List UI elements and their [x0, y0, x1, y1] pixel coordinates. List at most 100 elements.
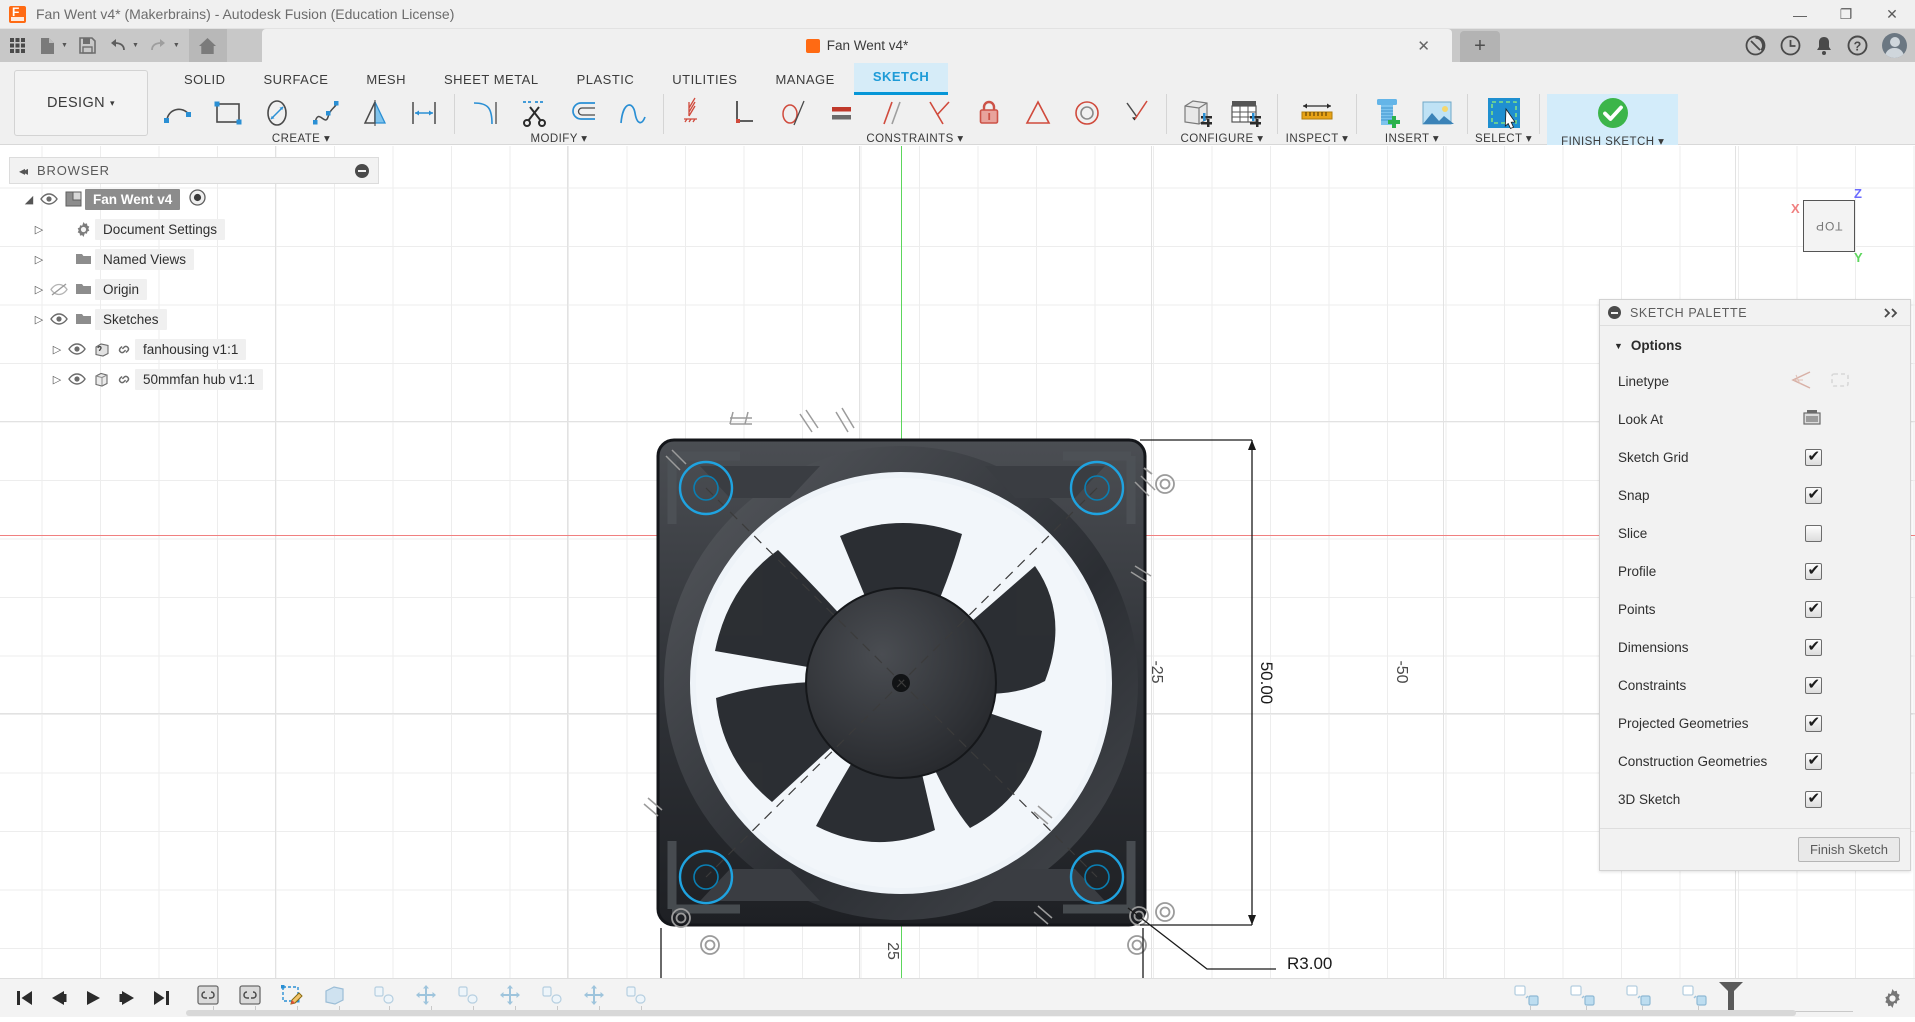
timeline-feature-move-2[interactable]	[498, 984, 522, 1008]
finish-sketch-button[interactable]: FINISH SKETCH ▾	[1547, 94, 1679, 148]
fillet-icon[interactable]	[462, 94, 509, 132]
insert-canvas-image-icon[interactable]	[1413, 94, 1460, 132]
new-tab-button[interactable]: +	[1460, 31, 1500, 62]
timeline-feature-joint-3[interactable]	[540, 984, 564, 1008]
palette-row-construction-geometries[interactable]: Construction Geometries	[1600, 742, 1910, 780]
tab-sketch[interactable]: SKETCH	[853, 63, 949, 95]
undo-caret-icon[interactable]: ▼	[132, 42, 139, 49]
timeline-feature-joint-1[interactable]	[372, 984, 396, 1008]
options-section-header[interactable]: ▼ Options	[1600, 333, 1910, 362]
view-cube-face[interactable]: TOP	[1803, 200, 1855, 252]
document-tab-close-icon[interactable]: ✕	[1417, 37, 1430, 55]
redo-caret-icon[interactable]: ▼	[173, 42, 180, 49]
curvature-constraint-icon[interactable]	[1112, 94, 1159, 132]
midpoint-constraint-icon[interactable]	[1014, 94, 1061, 132]
palette-row-dimensions[interactable]: Dimensions	[1600, 628, 1910, 666]
3d-sketch-checkbox[interactable]	[1805, 789, 1822, 808]
tab-plastic[interactable]: PLASTIC	[558, 66, 654, 95]
perpendicular-constraint-icon[interactable]	[720, 94, 767, 132]
sketch-ellipse-icon[interactable]	[253, 94, 300, 132]
expand-arrow-icon[interactable]: ▷	[31, 223, 47, 236]
palette-row-3d-sketch[interactable]: 3D Sketch	[1600, 780, 1910, 818]
timeline-feature-insert-derive-2[interactable]	[238, 984, 262, 1008]
timeline-feature-move-3[interactable]	[582, 984, 606, 1008]
sketch-grid-checkbox[interactable]	[1805, 447, 1822, 466]
browser-node-fan-went[interactable]: ◢ Fan Went v4	[9, 184, 379, 214]
look-at-icon[interactable]	[1802, 409, 1822, 429]
document-tab[interactable]: Fan Went v4* ✕	[262, 29, 1452, 62]
timeline-feature-joint-4[interactable]	[624, 984, 648, 1008]
timeline-feature-sketch[interactable]	[280, 984, 304, 1008]
sketch-rectangle-icon[interactable]	[204, 94, 251, 132]
ribbon-group-modify-label[interactable]: MODIFY ▾	[530, 131, 587, 145]
fix-lock-icon[interactable]	[965, 94, 1012, 132]
workspace-selector[interactable]: DESIGN ▾	[14, 70, 148, 136]
sketch-arc-icon[interactable]	[155, 94, 202, 132]
construction-geometries-checkbox[interactable]	[1805, 751, 1822, 770]
tab-solid[interactable]: SOLID	[165, 66, 245, 95]
sketch-linear-pattern-icon[interactable]	[400, 94, 447, 132]
finish-sketch-palette-button[interactable]: Finish Sketch	[1797, 837, 1900, 862]
tab-surface[interactable]: SURFACE	[245, 66, 348, 95]
linetype-centerline-icon[interactable]	[1790, 370, 1814, 393]
jobs-status-icon[interactable]	[1745, 35, 1766, 56]
palette-row-snap[interactable]: Snap	[1600, 476, 1910, 514]
undo-icon[interactable]	[105, 33, 131, 59]
timeline-feature-move-1[interactable]	[414, 984, 438, 1008]
step-forward-icon[interactable]	[116, 987, 138, 1009]
palette-row-points[interactable]: Points	[1600, 590, 1910, 628]
close-button[interactable]: ✕	[1869, 0, 1915, 29]
eye-visible-icon[interactable]	[65, 373, 89, 385]
profile-checkbox[interactable]	[1805, 561, 1822, 580]
ribbon-group-inspect-label[interactable]: INSPECT ▾	[1286, 131, 1349, 145]
offset-icon[interactable]	[560, 94, 607, 132]
expand-arrow-icon[interactable]: ◢	[21, 193, 37, 206]
insert-mcmaster-bolt-icon[interactable]	[1364, 94, 1411, 132]
eye-visible-icon[interactable]	[47, 313, 71, 325]
points-checkbox[interactable]	[1805, 599, 1822, 618]
concentric-constraint-icon[interactable]	[1063, 94, 1110, 132]
timeline-settings-gear-icon[interactable]	[1882, 988, 1903, 1014]
minimize-button[interactable]: —	[1777, 0, 1823, 29]
recent-clock-icon[interactable]	[1780, 35, 1801, 56]
panel-expand-right-icon[interactable]	[1884, 307, 1902, 318]
browser-node-fanhousing[interactable]: ▷ fanhousing v1:1	[9, 334, 379, 364]
sketch-palette-header[interactable]: SKETCH PALETTE	[1600, 300, 1910, 326]
palette-row-sketch-grid[interactable]: Sketch Grid	[1600, 438, 1910, 476]
expand-arrow-icon[interactable]: ▷	[31, 283, 47, 296]
equal-constraint-icon[interactable]	[818, 94, 865, 132]
activate-radio-icon[interactable]	[189, 189, 206, 209]
panel-minimize-icon[interactable]	[355, 163, 369, 178]
ribbon-group-configure-label[interactable]: CONFIGURE ▾	[1181, 131, 1264, 145]
timeline-feature-joint-2[interactable]	[456, 984, 480, 1008]
tab-mesh[interactable]: MESH	[347, 66, 425, 95]
tab-manage[interactable]: MANAGE	[756, 66, 853, 95]
dimensions-checkbox[interactable]	[1805, 637, 1822, 656]
parallel-constraint-icon[interactable]	[867, 94, 914, 132]
tab-sheet-metal[interactable]: SHEET METAL	[425, 66, 558, 95]
play-icon[interactable]	[82, 987, 104, 1009]
redo-icon[interactable]	[146, 33, 172, 59]
timeline-feature-as-built-joint-3[interactable]	[1625, 984, 1651, 1008]
collapse-left-icon[interactable]: ◂◂	[19, 164, 28, 178]
linetype-construction-icon[interactable]	[1828, 370, 1852, 393]
horizontal-scrollbar[interactable]	[186, 1010, 1796, 1016]
timeline-feature-as-built-joint-2[interactable]	[1569, 984, 1595, 1008]
measure-ruler-icon[interactable]	[1285, 94, 1349, 132]
new-document-icon[interactable]	[34, 33, 60, 59]
slice-checkbox[interactable]	[1805, 524, 1822, 542]
timeline-feature-as-built-joint-4[interactable]	[1681, 984, 1707, 1008]
snap-checkbox[interactable]	[1805, 485, 1822, 504]
browser-node-document-settings[interactable]: ▷ Document Settings	[9, 214, 379, 244]
expand-arrow-icon[interactable]: ▷	[49, 343, 65, 356]
browser-node-named-views[interactable]: ▷ Named Views	[9, 244, 379, 274]
restore-button[interactable]: ❐	[1823, 0, 1869, 29]
expand-arrow-icon[interactable]: ▷	[31, 313, 47, 326]
browser-node-sketches[interactable]: ▷ Sketches	[9, 304, 379, 334]
eye-hidden-icon[interactable]	[47, 282, 71, 296]
palette-row-slice[interactable]: Slice	[1600, 514, 1910, 552]
palette-row-constraints[interactable]: Constraints	[1600, 666, 1910, 704]
save-icon[interactable]	[75, 33, 101, 59]
expand-arrow-icon[interactable]: ▷	[31, 253, 47, 266]
browser-node-50mmfan-hub[interactable]: ▷ 50mmfan hub v1:1	[9, 364, 379, 394]
